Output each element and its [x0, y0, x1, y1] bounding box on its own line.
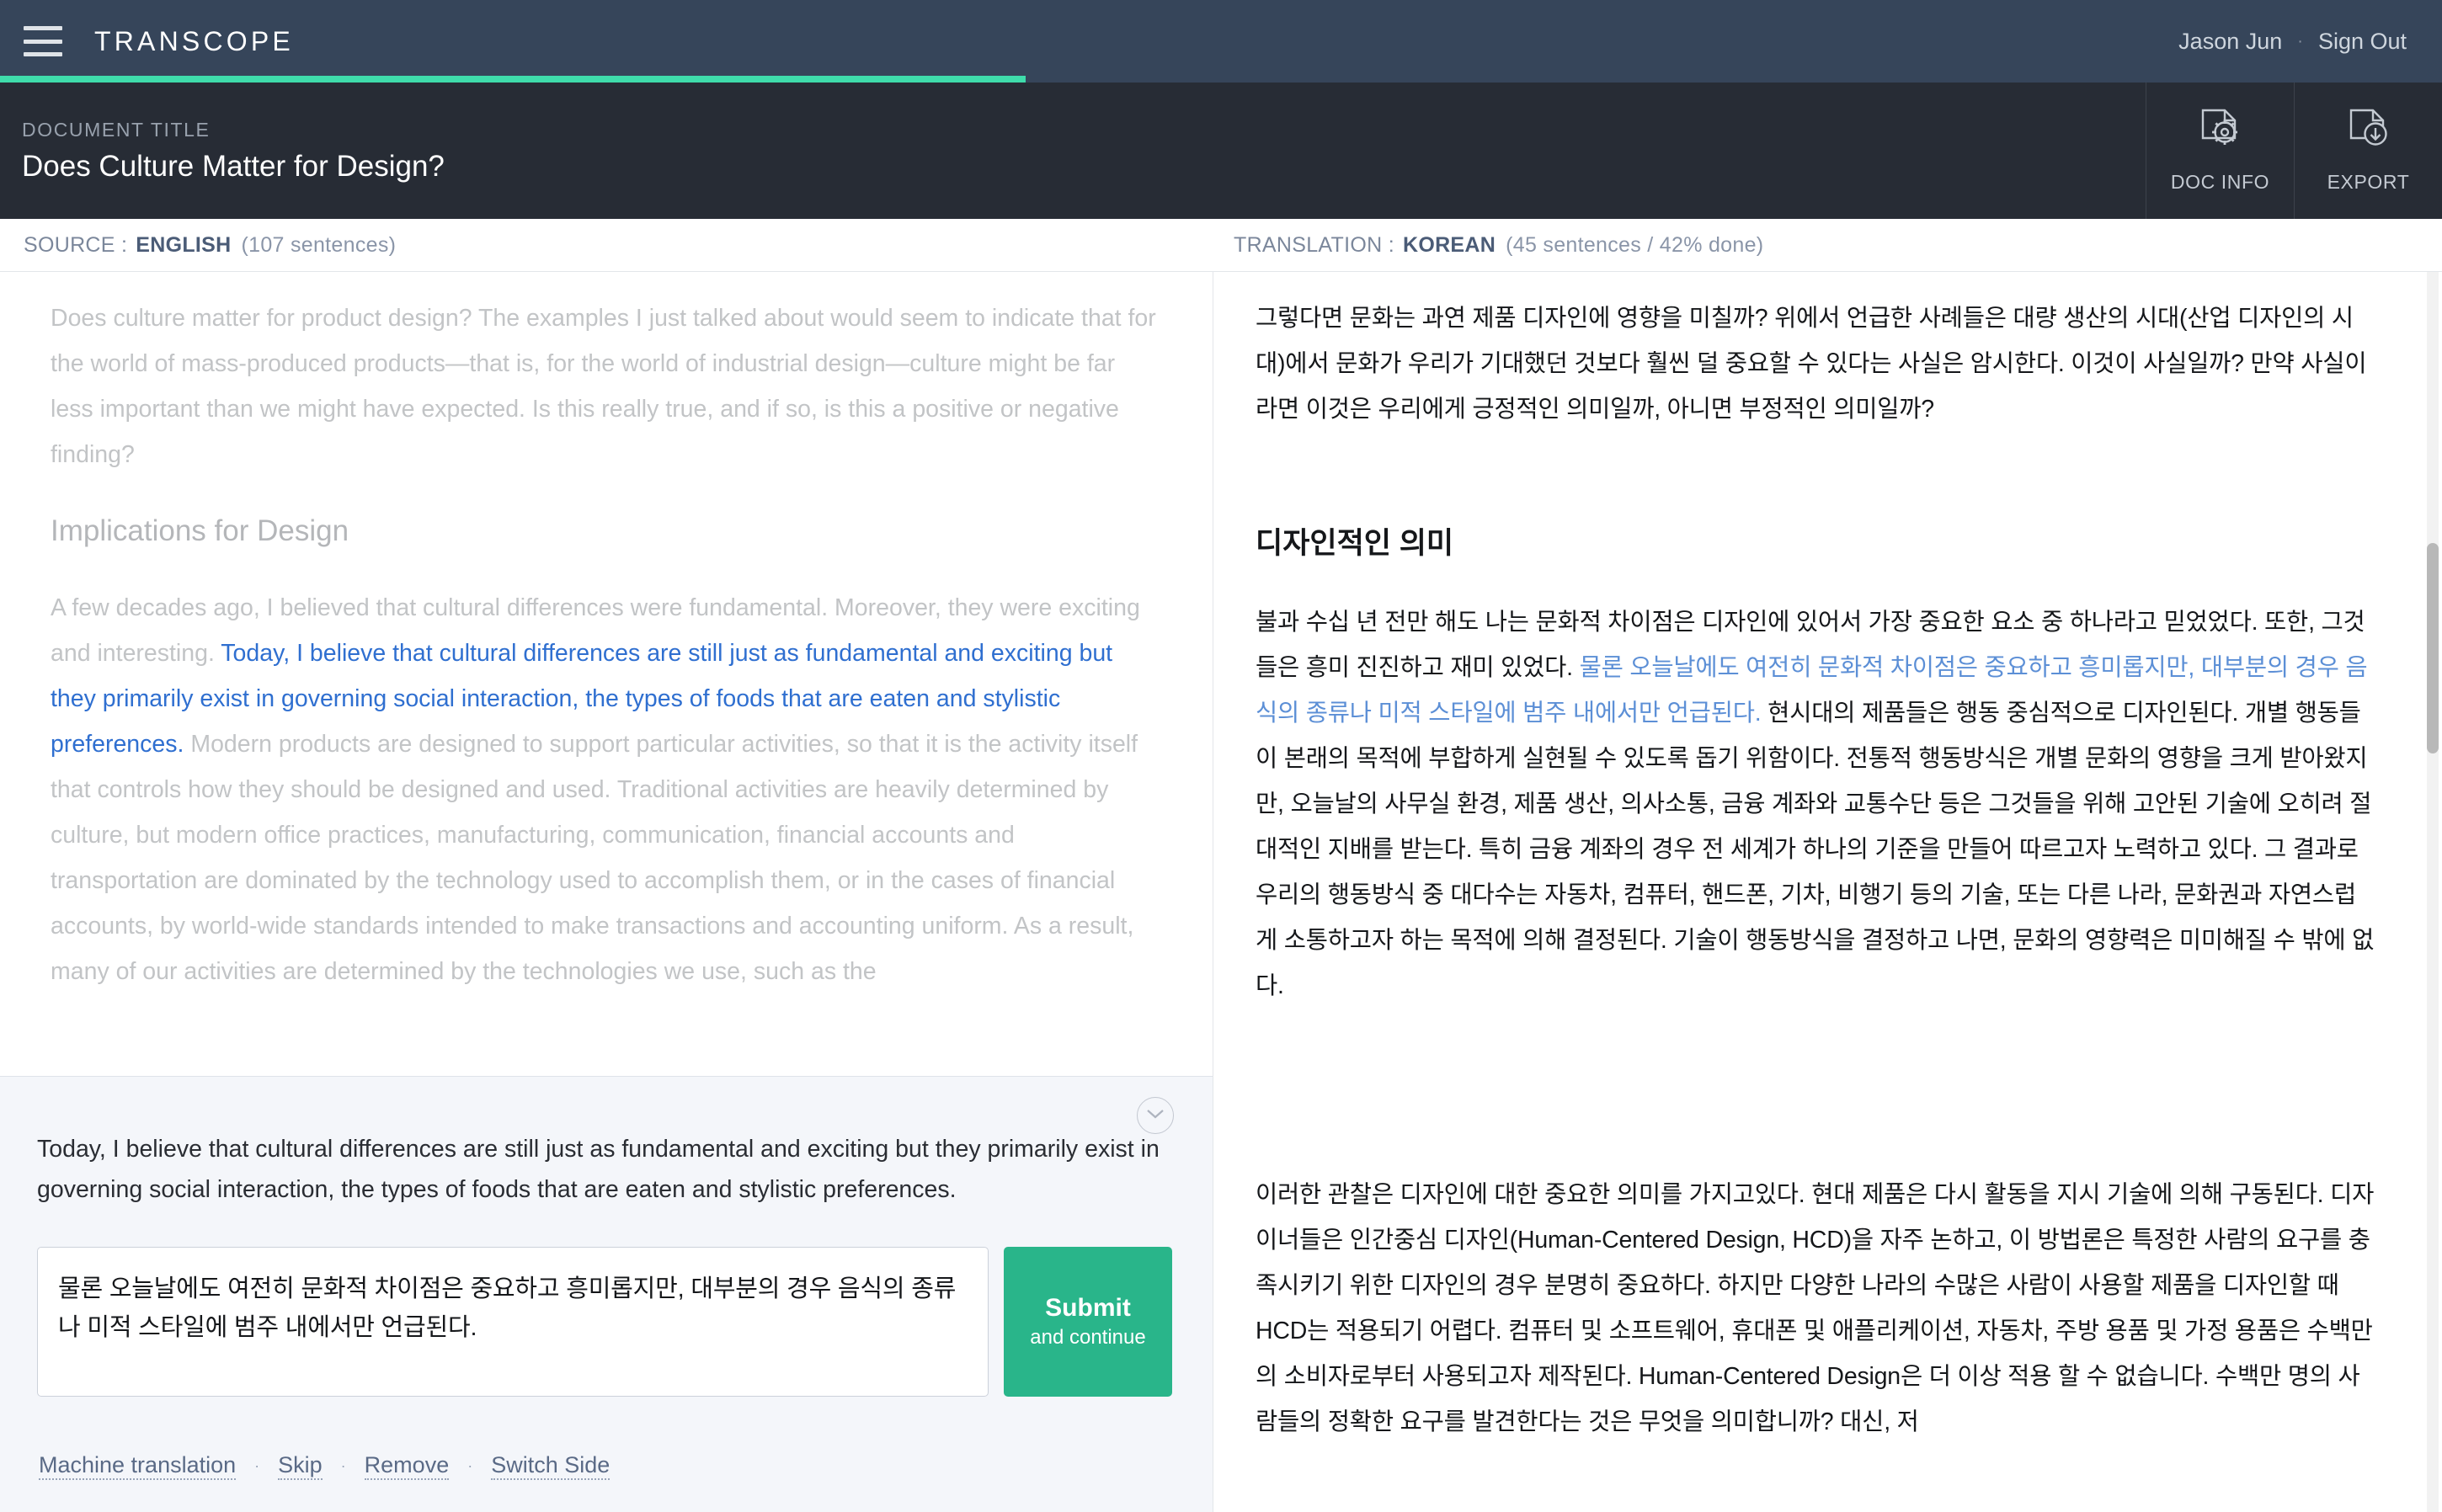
translation-text-post: 현시대의 제품들은 행동 중심적으로 디자인된다. 개별 행동들이 본래의 목적…: [1256, 700, 2374, 999]
translation-language: KOREAN: [1403, 233, 1496, 258]
translation-paragraph[interactable]: 그렇다면 문화는 과연 제품 디자인에 영향을 미칠까? 위에서 언급한 사례들…: [1256, 295, 2375, 432]
link-separator: ·: [467, 1457, 472, 1475]
editor-action-links: Machine translation · Skip · Remove · Sw…: [39, 1452, 610, 1480]
editor-source-sentence: Today, I believe that cultural differenc…: [37, 1129, 1167, 1210]
document-title-block: DOCUMENT TITLE Does Culture Matter for D…: [0, 83, 2146, 219]
submit-primary-label: Submit: [1045, 1294, 1131, 1323]
machine-translation-link[interactable]: Machine translation: [39, 1452, 236, 1480]
source-panel-header: SOURCE : ENGLISH (107 sentences): [24, 219, 396, 271]
source-paragraph[interactable]: Does culture matter for product design? …: [51, 295, 1160, 477]
chevron-down-icon: [1145, 1107, 1165, 1125]
source-prefix: SOURCE :: [24, 233, 127, 258]
sentence-editor-panel: Today, I believe that cultural differenc…: [0, 1076, 1213, 1512]
submit-secondary-label: and continue: [1030, 1326, 1145, 1350]
translation-section-heading[interactable]: 디자인적인 의미: [1256, 519, 2375, 562]
doc-info-label: DOC INFO: [2171, 171, 2269, 194]
hamburger-menu-icon[interactable]: [24, 26, 62, 56]
link-separator: ·: [254, 1457, 259, 1475]
document-header-bar: DOCUMENT TITLE Does Culture Matter for D…: [0, 83, 2442, 219]
skip-link[interactable]: Skip: [278, 1452, 323, 1480]
translation-progress-meta: (45 sentences / 42% done): [1506, 233, 1763, 258]
source-document-body: Does culture matter for product design? …: [0, 272, 1213, 994]
translation-paragraph[interactable]: 불과 수십 년 전만 해도 나는 문화적 차이점은 디자인에 있어서 가장 중요…: [1256, 599, 2375, 1009]
source-text-post: Modern products are designed to support …: [51, 731, 1138, 985]
account-separator: ·: [2297, 32, 2303, 51]
export-button[interactable]: EXPORT: [2294, 83, 2442, 219]
document-gear-icon: [2199, 108, 2242, 159]
collapse-editor-button[interactable]: [1137, 1097, 1174, 1134]
editor-input-row: Submit and continue: [37, 1247, 1172, 1397]
document-download-icon: [2347, 108, 2391, 159]
hamburger-line: [24, 26, 62, 30]
account-area: Jason Jun · Sign Out: [2178, 29, 2407, 55]
translation-panel-header: TRANSLATION : KOREAN (45 sentences / 42%…: [1234, 219, 1763, 271]
doc-info-button[interactable]: DOC INFO: [2146, 83, 2294, 219]
sign-out-link[interactable]: Sign Out: [2318, 29, 2407, 55]
translation-document-body: 그렇다면 문화는 과연 제품 디자인에 영향을 미칠까? 위에서 언급한 사례들…: [1213, 272, 2442, 1445]
source-language: ENGLISH: [136, 233, 231, 258]
translation-progress-bar: [0, 76, 1026, 83]
document-title-label: DOCUMENT TITLE: [22, 119, 2146, 141]
page-title: Does Culture Matter for Design?: [22, 150, 2146, 184]
translation-prefix: TRANSLATION :: [1234, 233, 1394, 258]
remove-link[interactable]: Remove: [365, 1452, 450, 1480]
translation-document-panel[interactable]: 그렇다면 문화는 과연 제품 디자인에 영향을 미칠까? 위에서 언급한 사례들…: [1213, 271, 2442, 1512]
submit-and-continue-button[interactable]: Submit and continue: [1004, 1247, 1172, 1397]
hamburger-line: [24, 40, 62, 44]
panel-header-row: SOURCE : ENGLISH (107 sentences) TRANSLA…: [0, 219, 2442, 271]
translation-scrollbar-track[interactable]: [2427, 272, 2439, 1512]
hamburger-line: [24, 52, 62, 56]
user-name: Jason Jun: [2178, 29, 2282, 55]
source-paragraph[interactable]: A few decades ago, I believed that cultu…: [51, 585, 1160, 994]
source-section-heading[interactable]: Implications for Design: [51, 514, 1160, 548]
source-sentence-count: (107 sentences): [241, 233, 396, 258]
link-separator: ·: [341, 1457, 346, 1475]
translation-paragraph[interactable]: 이러한 관찰은 디자인에 대한 중요한 의미를 가지고있다. 현대 제품은 다시…: [1256, 1172, 2375, 1445]
app-brand-logo: TRANSCOPE: [94, 26, 294, 57]
document-actions: DOC INFO EXPORT: [2146, 83, 2442, 219]
translation-scrollbar-thumb[interactable]: [2427, 543, 2439, 753]
top-app-bar: TRANSCOPE Jason Jun · Sign Out: [0, 0, 2442, 83]
switch-side-link[interactable]: Switch Side: [491, 1452, 610, 1480]
export-label: EXPORT: [2327, 171, 2410, 194]
translation-input[interactable]: [37, 1247, 989, 1397]
